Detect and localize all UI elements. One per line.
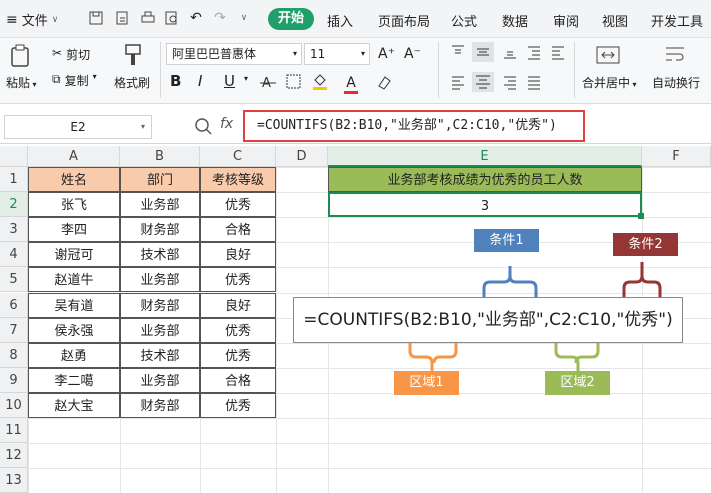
condition1-label: 条件1 [474, 229, 539, 252]
range1-label: 区域1 [394, 371, 459, 395]
range2-label: 区域2 [545, 371, 610, 395]
annotated-formula: =COUNTIFS(B2:B10,"业务部",C2:C10,"优秀") [293, 297, 683, 343]
condition2-label: 条件2 [613, 233, 678, 256]
spreadsheet-app: ≡ 文件 ∨ ↶ ↷ ∨ 开始 插入 页面布局 公式 数据 审阅 视图 开发工具… [0, 0, 711, 493]
annotation-brackets [408, 262, 662, 371]
